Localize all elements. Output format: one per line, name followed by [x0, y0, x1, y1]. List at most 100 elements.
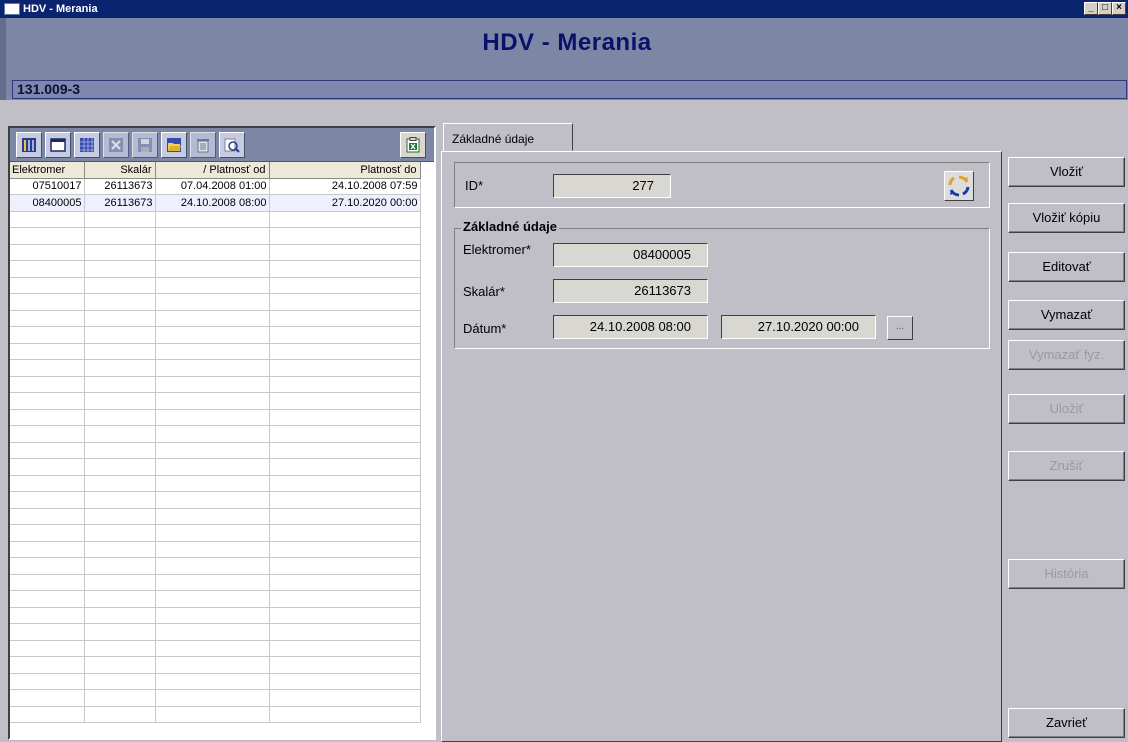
empty-cell	[10, 458, 85, 476]
historia-button[interactable]: História	[1008, 559, 1125, 589]
column-header-platnost-od[interactable]: / Platnosť od	[155, 162, 270, 179]
datum-od-field[interactable]: 24.10.2008 08:00	[553, 315, 708, 339]
toolbar-delete-button[interactable]	[103, 131, 129, 158]
empty-cell	[10, 310, 85, 327]
toolbar-trash-button[interactable]	[190, 131, 216, 158]
app-icon	[4, 3, 20, 15]
vymazat-button[interactable]: Vymazať	[1008, 300, 1125, 330]
vymazat-fyz-button[interactable]: Vymazať fyz.	[1008, 340, 1125, 370]
empty-cell	[84, 392, 156, 410]
empty-cell	[10, 409, 85, 426]
empty-cell	[84, 310, 156, 327]
empty-cell	[155, 458, 270, 476]
empty-cell	[84, 293, 156, 311]
empty-cell	[155, 376, 270, 393]
toolbar-columns-button[interactable]	[16, 131, 42, 158]
empty-cell	[84, 376, 156, 393]
toolbar-search-button[interactable]	[219, 131, 245, 158]
toolbar-excel-export-button[interactable]	[400, 131, 426, 158]
toolbar-open-button[interactable]	[161, 131, 187, 158]
datum-do-field[interactable]: 27.10.2020 00:00	[721, 315, 876, 339]
maximize-button[interactable]: □	[1098, 2, 1112, 15]
empty-cell	[155, 508, 270, 525]
cell-elektromer: 08400005	[10, 194, 85, 212]
empty-cell	[10, 557, 85, 575]
empty-cell	[84, 458, 156, 476]
column-header-elektromer[interactable]: Elektromer	[10, 162, 85, 179]
empty-cell	[10, 343, 85, 360]
empty-table-row	[10, 343, 421, 360]
window-title: HDV - Merania	[23, 3, 98, 15]
empty-cell	[10, 623, 85, 641]
empty-table-row	[10, 590, 421, 608]
empty-cell	[10, 392, 85, 410]
delete-icon	[109, 137, 123, 152]
zavriet-button[interactable]: Zavrieť	[1008, 708, 1125, 738]
empty-cell	[269, 491, 421, 509]
empty-cell	[269, 689, 421, 707]
toolbar-window-button[interactable]	[45, 131, 71, 158]
empty-cell	[155, 491, 270, 509]
empty-table-row	[10, 277, 421, 294]
empty-cell	[269, 425, 421, 443]
window-titlebar: HDV - Merania _ □ ×	[0, 0, 1128, 18]
vlozit-button[interactable]: Vložiť	[1008, 157, 1125, 187]
refresh-button[interactable]	[944, 171, 974, 201]
skalar-field[interactable]: 26113673	[553, 279, 708, 303]
empty-table-row	[10, 656, 421, 674]
empty-table-row	[10, 475, 421, 492]
empty-cell	[269, 442, 421, 459]
table-row[interactable]: 08400005 26113673 24.10.2008 08:00 27.10…	[10, 194, 421, 212]
id-field[interactable]: 277	[553, 174, 671, 198]
record-identifier: 131.009-3	[12, 80, 1127, 99]
refresh-icon	[948, 175, 970, 197]
date-picker-button[interactable]: ...	[887, 316, 913, 340]
empty-cell	[10, 524, 85, 542]
empty-cell	[269, 227, 421, 245]
empty-cell	[269, 409, 421, 426]
empty-cell	[84, 508, 156, 525]
empty-table-row	[10, 211, 421, 228]
tab-zakladne-udaje[interactable]: Základné údaje	[443, 123, 573, 151]
minimize-button[interactable]: _	[1084, 2, 1098, 15]
empty-cell	[10, 326, 85, 344]
empty-cell	[84, 491, 156, 509]
vlozit-kopiu-button[interactable]: Vložiť kópiu	[1008, 203, 1125, 233]
column-header-skalar[interactable]: Skalár	[84, 162, 156, 179]
empty-cell	[84, 211, 156, 228]
empty-cell	[155, 211, 270, 228]
column-header-platnost-do[interactable]: Platnosť do	[269, 162, 421, 179]
close-button[interactable]: ×	[1112, 2, 1126, 15]
empty-cell	[269, 673, 421, 690]
empty-cell	[155, 343, 270, 360]
empty-cell	[10, 590, 85, 608]
toolbar-grid-button[interactable]	[74, 131, 100, 158]
empty-cell	[269, 623, 421, 641]
empty-cell	[84, 326, 156, 344]
empty-cell	[269, 343, 421, 360]
records-panel: Elektromer Skalár / Platnosť od Platnosť…	[8, 126, 436, 740]
elektromer-field[interactable]: 08400005	[553, 243, 708, 267]
group-label: Základné údaje	[461, 219, 559, 234]
zrusit-button[interactable]: Zrušiť	[1008, 451, 1125, 481]
editovat-button[interactable]: Editovať	[1008, 252, 1125, 282]
empty-table-row	[10, 326, 421, 344]
cell-skalar: 26113673	[84, 194, 156, 212]
toolbar-save-button[interactable]	[132, 131, 158, 158]
empty-cell	[155, 706, 270, 723]
empty-table-row	[10, 574, 421, 591]
empty-cell	[155, 640, 270, 657]
id-section: ID* 277	[454, 162, 990, 208]
empty-cell	[269, 524, 421, 542]
empty-table-row	[10, 260, 421, 278]
empty-cell	[10, 244, 85, 261]
grid-icon	[80, 137, 94, 152]
ulozit-button[interactable]: Uložiť	[1008, 394, 1125, 424]
save-icon	[138, 137, 152, 152]
records-table: Elektromer Skalár / Platnosť od Platnosť…	[10, 162, 421, 723]
empty-cell	[10, 277, 85, 294]
empty-cell	[155, 557, 270, 575]
empty-cell	[10, 227, 85, 245]
table-row[interactable]: 07510017 26113673 07.04.2008 01:00 24.10…	[10, 178, 421, 195]
empty-cell	[269, 706, 421, 723]
